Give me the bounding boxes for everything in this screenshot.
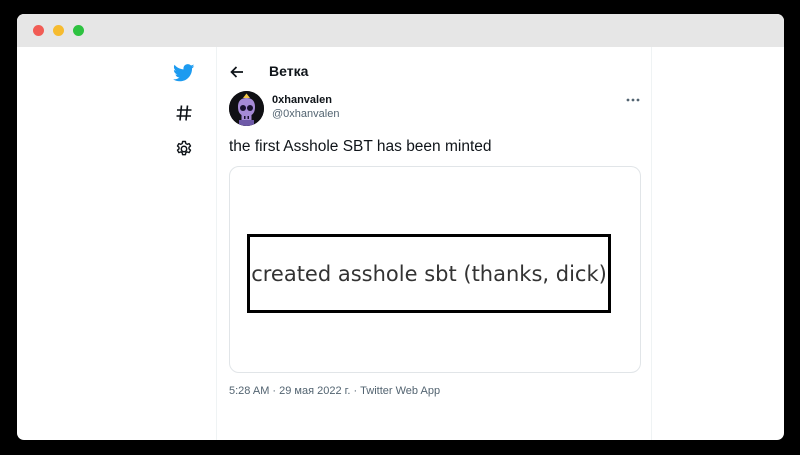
page-title: Ветка	[269, 63, 309, 79]
right-column-divider	[651, 47, 652, 440]
close-window-button[interactable]	[33, 25, 44, 36]
meta-separator: ·	[269, 385, 280, 397]
left-column-divider	[216, 47, 217, 440]
media-image-text: created asshole sbt (thanks, dick)	[251, 261, 607, 286]
tweet-media[interactable]: created asshole sbt (thanks, dick)	[229, 166, 641, 373]
tweet-time[interactable]: 5:28 AM	[229, 385, 269, 397]
meta-separator: ·	[350, 385, 361, 397]
tweet-text: the first Asshole SBT has been minted	[229, 138, 492, 155]
tweet-date[interactable]: 29 мая 2022 г.	[279, 385, 350, 397]
author-name[interactable]: 0xhanvalen	[272, 94, 332, 106]
minimize-window-button[interactable]	[53, 25, 64, 36]
gear-icon[interactable]	[175, 140, 193, 158]
hashtag-icon[interactable]	[175, 104, 193, 122]
author-handle[interactable]: @0xhanvalen	[272, 108, 339, 120]
tweet-timestamp: 5:28 AM · 29 мая 2022 г. · Twitter Web A…	[229, 385, 440, 397]
twitter-logo-icon[interactable]	[173, 62, 195, 84]
avatar[interactable]	[229, 91, 264, 126]
media-image-frame: created asshole sbt (thanks, dick)	[247, 234, 611, 313]
more-options-icon[interactable]	[625, 94, 641, 106]
title-bar	[17, 14, 784, 47]
browser-window: Ветка 0xhanvalen @0xhanvalen the first A…	[17, 14, 784, 440]
back-arrow-icon[interactable]	[229, 64, 245, 80]
zoom-window-button[interactable]	[73, 25, 84, 36]
tweet-source[interactable]: Twitter Web App	[360, 385, 440, 397]
